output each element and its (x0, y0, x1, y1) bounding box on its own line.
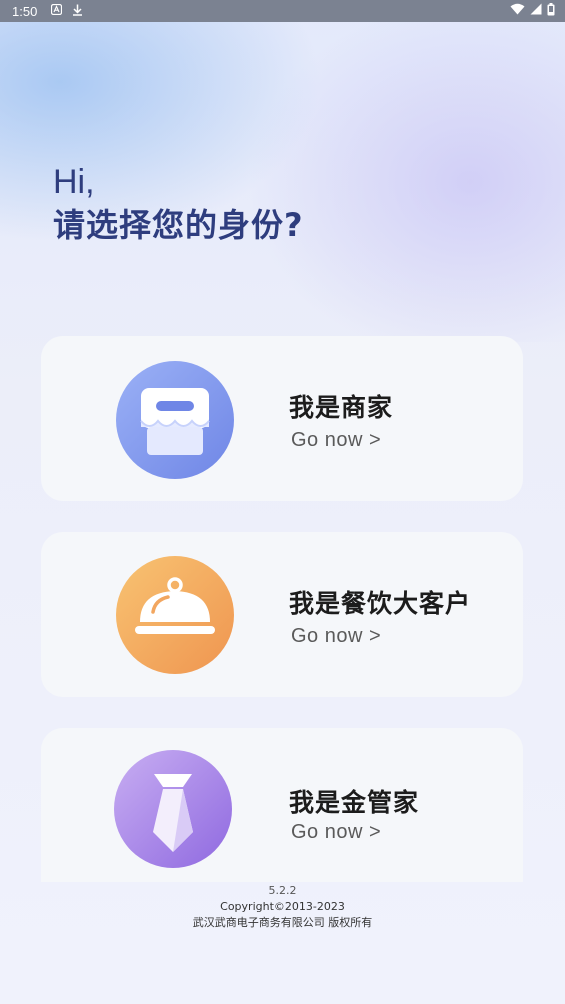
status-right-icons (510, 2, 555, 20)
store-icon (116, 361, 234, 479)
catering-customer-card-title: 我是餐饮大客户 (289, 589, 472, 618)
battery-icon (547, 2, 555, 20)
copyright-text: Copyright©2013-2023 (220, 900, 345, 913)
wifi-icon (510, 3, 525, 19)
status-bar: 1:50 (0, 0, 565, 22)
gold-butler-card[interactable]: 我是金管家 Go now > (41, 728, 523, 882)
cloche-icon (116, 556, 234, 674)
merchant-card-go-now[interactable]: Go now > (291, 429, 381, 452)
greeting-question: 请选择您的身份? (53, 206, 304, 244)
catering-customer-card-go-now[interactable]: Go now > (291, 625, 381, 648)
gold-butler-card-title: 我是金管家 (289, 788, 420, 817)
notification-a-icon (51, 3, 63, 18)
gold-butler-card-go-now[interactable]: Go now > (291, 821, 381, 844)
signal-icon (530, 3, 542, 19)
status-time: 1:50 (12, 3, 38, 19)
tie-icon (114, 750, 232, 868)
merchant-card[interactable]: 我是商家 Go now > (41, 336, 523, 501)
greeting-hi: Hi, (53, 163, 95, 201)
greeting: Hi, 请选择您的身份? (53, 162, 304, 248)
download-icon (72, 4, 83, 19)
app-version: 5.2.2 (268, 884, 297, 897)
company-text: 武汉武商电子商务有限公司 版权所有 (192, 916, 373, 929)
merchant-card-title: 我是商家 (289, 393, 394, 422)
footer: 5.2.2 Copyright©2013-2023 武汉武商电子商务有限公司 版… (0, 883, 565, 931)
catering-customer-card[interactable]: 我是餐饮大客户 Go now > (41, 532, 523, 697)
